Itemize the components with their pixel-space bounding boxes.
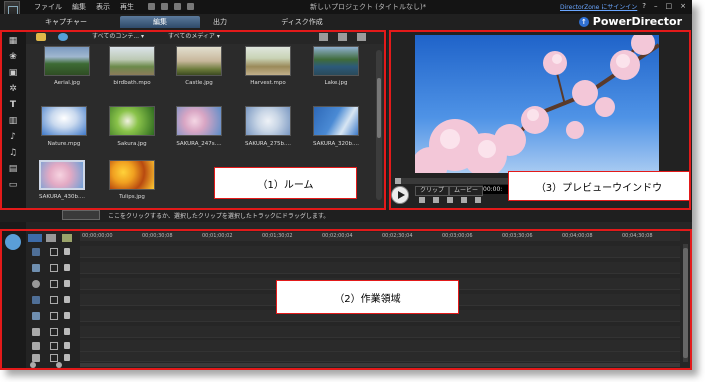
mode-tab-bar: キャプチャー 編集 出力 ディスク作成 ↑ PowerDirector <box>0 14 692 30</box>
powerdirector-window: ファイル 編集 表示 再生 新しいプロジェクト (タイトルなし)* Direct… <box>0 0 692 370</box>
tab-capture[interactable]: キャプチャー <box>26 16 106 28</box>
menu-play[interactable]: 再生 <box>120 2 134 12</box>
tab-produce[interactable]: 出力 <box>180 16 260 28</box>
window-title: 新しいプロジェクト (タイトルなし)* <box>310 3 427 11</box>
close-button[interactable]: × <box>680 2 686 10</box>
menu-view[interactable]: 表示 <box>96 2 110 12</box>
brand-logo: ↑ PowerDirector <box>578 15 682 28</box>
directorzone-link[interactable]: DirectorZone にサインイン <box>560 2 637 11</box>
settings-icon[interactable] <box>187 3 194 10</box>
window-controls: ? – □ × <box>642 2 686 10</box>
help-button[interactable]: ? <box>642 2 646 10</box>
minimize-button[interactable]: – <box>654 2 658 10</box>
title-bar: ファイル 編集 表示 再生 新しいプロジェクト (タイトルなし)* Direct… <box>0 0 692 21</box>
maximize-button[interactable]: □ <box>666 2 673 10</box>
instruction-text: ここをクリックするか、選択したクリップを選択したトラックにドラッグします。 <box>108 213 330 220</box>
brand-name: PowerDirector <box>592 15 682 28</box>
work-area-callout: （2）作業領域 <box>276 280 459 314</box>
room-callout: （1）ルーム <box>214 167 357 199</box>
menu-edit[interactable]: 編集 <box>72 2 86 12</box>
redo-icon[interactable] <box>174 3 181 10</box>
menu-file[interactable]: ファイル <box>34 2 62 12</box>
preview-callout: （3）プレビューウインドウ <box>508 171 690 201</box>
timeline-instruction-bar: ここをクリックするか、選択したクリップを選択したトラックにドラッグします。 <box>0 208 692 222</box>
timeline-view-toggle[interactable] <box>62 210 100 220</box>
menu-bar: ファイル 編集 表示 再生 <box>34 2 134 12</box>
tab-create-disc[interactable]: ディスク作成 <box>262 16 342 28</box>
upgrade-icon[interactable]: ↑ <box>578 16 589 27</box>
save-icon[interactable] <box>148 3 155 10</box>
undo-icon[interactable] <box>161 3 168 10</box>
quick-toolbar <box>148 3 194 10</box>
